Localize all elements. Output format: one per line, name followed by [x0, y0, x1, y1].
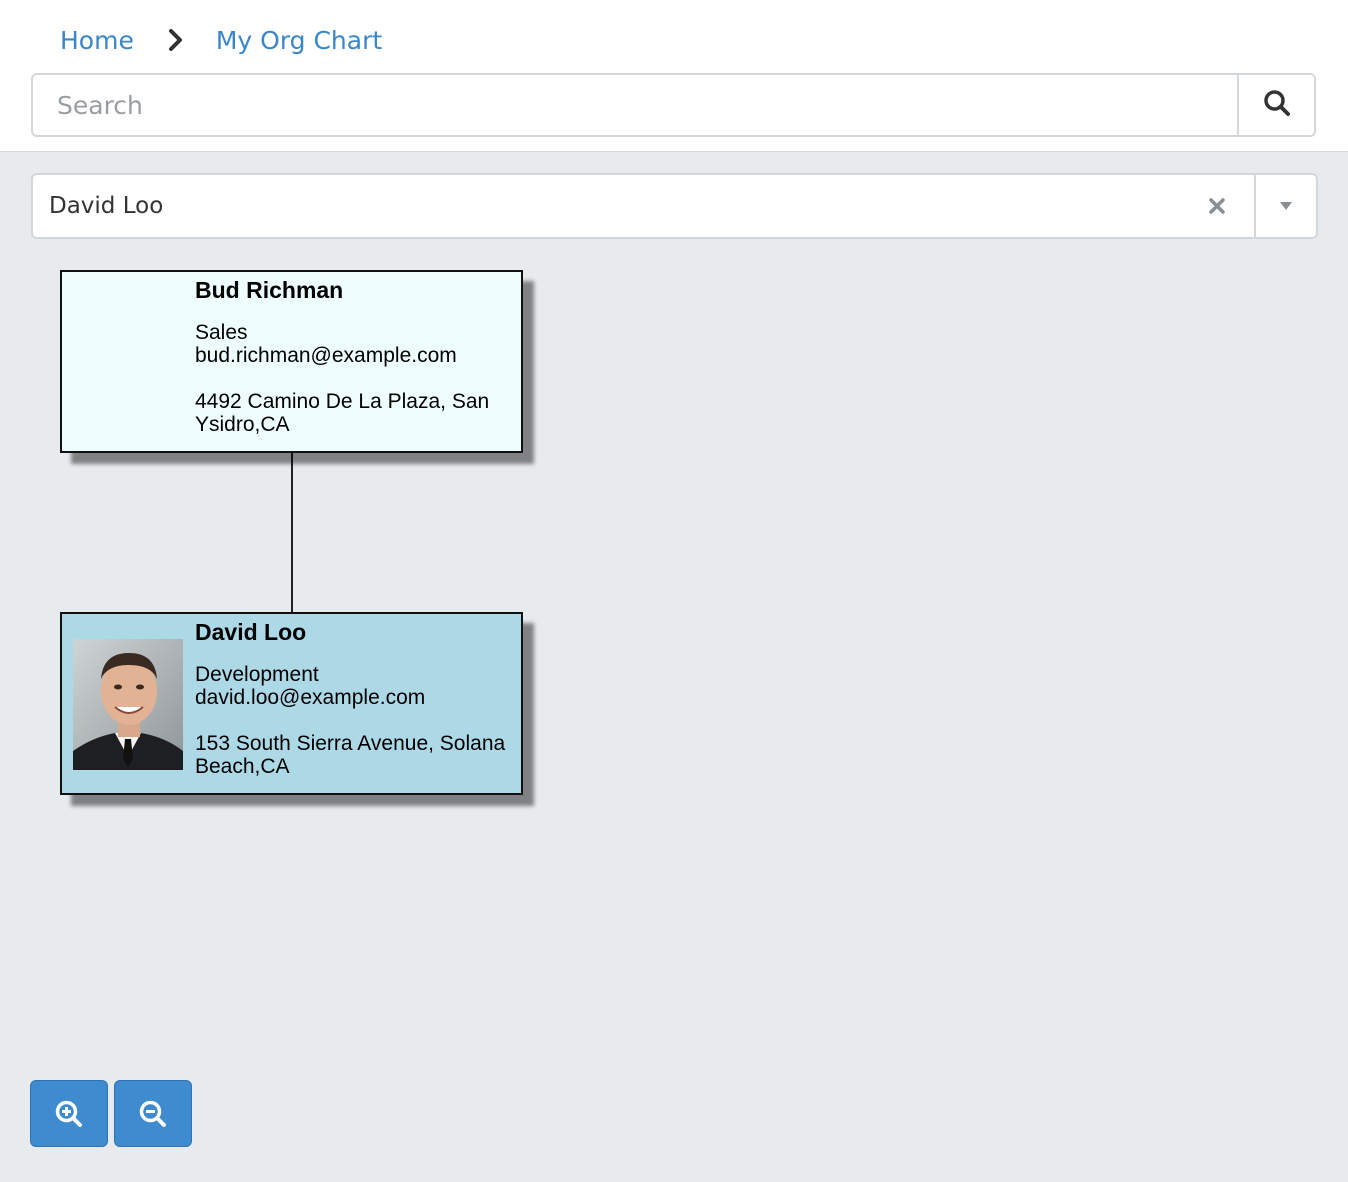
chevron-right-icon — [168, 28, 184, 52]
org-node-bud-richman[interactable]: Bud Richman Sales bud.richman@example.co… — [60, 270, 523, 453]
employee-department: Sales — [195, 321, 248, 344]
org-chart-connector — [291, 453, 293, 612]
caret-down-icon — [1280, 202, 1292, 210]
employee-email: bud.richman@example.com — [195, 344, 457, 367]
zoom-in-button[interactable] — [30, 1080, 108, 1147]
zoom-out-icon — [139, 1100, 166, 1127]
org-node-details: Bud Richman Sales bud.richman@example.co… — [195, 276, 515, 436]
clear-selection-button[interactable] — [1180, 175, 1254, 237]
zoom-in-icon — [55, 1100, 82, 1127]
org-node-david-loo[interactable]: David Loo Development david.loo@example.… — [60, 612, 523, 795]
zoom-out-button[interactable] — [114, 1080, 192, 1147]
search-icon — [1263, 89, 1291, 122]
employee-address: 4492 Camino De La Plaza, San Ysidro,CA — [195, 390, 490, 436]
breadcrumb: Home My Org Chart — [60, 20, 382, 60]
employee-photo — [73, 639, 183, 770]
search-button[interactable] — [1237, 75, 1314, 135]
breadcrumb-home-link[interactable]: Home — [60, 26, 134, 55]
dropdown-toggle[interactable] — [1254, 175, 1316, 237]
employee-select[interactable]: David Loo — [31, 173, 1318, 239]
close-icon — [1209, 198, 1225, 214]
org-node-details: David Loo Development david.loo@example.… — [195, 618, 515, 778]
employee-select-value: David Loo — [49, 193, 164, 219]
search-box — [31, 73, 1316, 137]
employee-name: Bud Richman — [195, 277, 344, 303]
header-bar: Home My Org Chart — [0, 0, 1348, 152]
employee-email: david.loo@example.com — [195, 686, 426, 709]
search-input[interactable] — [33, 75, 1237, 135]
breadcrumb-current-link[interactable]: My Org Chart — [216, 26, 382, 55]
employee-address: 153 South Sierra Avenue, Solana Beach,CA — [195, 732, 506, 778]
employee-department: Development — [195, 663, 319, 686]
employee-name: David Loo — [195, 619, 307, 645]
